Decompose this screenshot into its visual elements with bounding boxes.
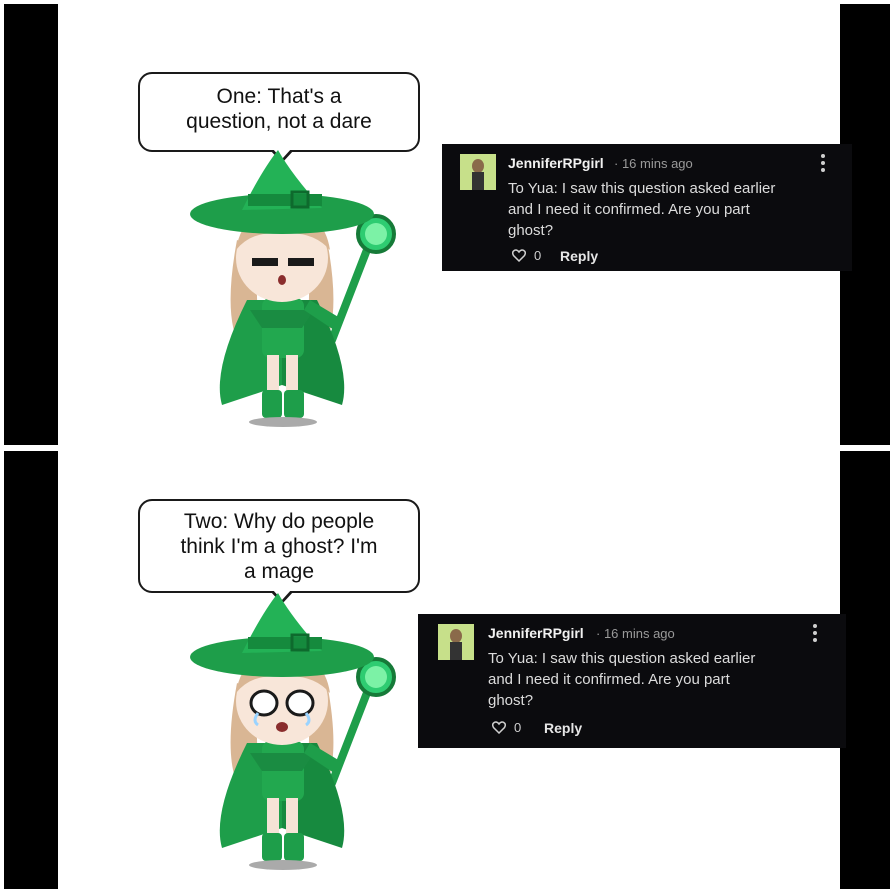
more-options-icon[interactable]	[820, 154, 826, 176]
like-button[interactable]: 0	[512, 248, 541, 263]
comment-text-line: and I need it confirmed. Are you part	[508, 201, 750, 218]
comment-timestamp: · 16 mins ago	[614, 156, 693, 171]
speech-bubble: Two: Why do people think I'm a ghost? I'…	[138, 499, 420, 604]
more-options-icon[interactable]	[812, 624, 818, 646]
reply-button[interactable]: Reply	[560, 248, 598, 264]
like-count: 0	[534, 248, 542, 263]
comment-text-line: ghost?	[508, 222, 554, 239]
heart-icon	[492, 721, 506, 734]
speech-line: think I'm a ghost? I'm	[180, 535, 378, 558]
comment-text-line: and I need it confirmed. Are you part	[488, 671, 730, 688]
speech-line: Two: Why do people	[183, 510, 375, 533]
comment-card: JenniferRPgirl · 16 mins ago To Yua: I s…	[418, 614, 846, 748]
comment-username[interactable]: JenniferRPgirl	[508, 155, 604, 171]
speech-line: question, not a dare	[186, 110, 372, 133]
left-letterbox-bar	[4, 4, 58, 445]
comic-panel-1: One: That's a question, not a dare Jenni…	[4, 4, 890, 445]
witch-character	[182, 593, 422, 883]
comment-text: To Yua: I saw this question asked earlie…	[508, 178, 838, 241]
avatar[interactable]	[438, 624, 474, 660]
comment-text-line: To Yua: I saw this question asked earlie…	[508, 180, 776, 197]
like-button[interactable]: 0	[492, 720, 521, 735]
comment-username[interactable]: JenniferRPgirl	[488, 625, 584, 641]
avatar[interactable]	[460, 154, 496, 190]
heart-icon	[512, 249, 526, 262]
comment-text-line: ghost?	[488, 692, 534, 709]
speech-line: a mage	[243, 560, 315, 583]
comment-text-line: To Yua: I saw this question asked earlie…	[488, 650, 756, 667]
comment-timestamp: · 16 mins ago	[596, 626, 675, 641]
comment-card: JenniferRPgirl · 16 mins ago To Yua: I s…	[442, 144, 852, 271]
like-count: 0	[514, 720, 522, 735]
speech-bubble: One: That's a question, not a dare	[138, 72, 420, 163]
right-letterbox-bar	[840, 451, 890, 889]
comment-text: To Yua: I saw this question asked earlie…	[488, 648, 828, 711]
witch-character	[182, 150, 422, 440]
comic-panel-2: Two: Why do people think I'm a ghost? I'…	[4, 451, 890, 889]
speech-line: One: That's a	[216, 85, 342, 108]
left-letterbox-bar	[4, 451, 58, 889]
reply-button[interactable]: Reply	[544, 720, 582, 736]
